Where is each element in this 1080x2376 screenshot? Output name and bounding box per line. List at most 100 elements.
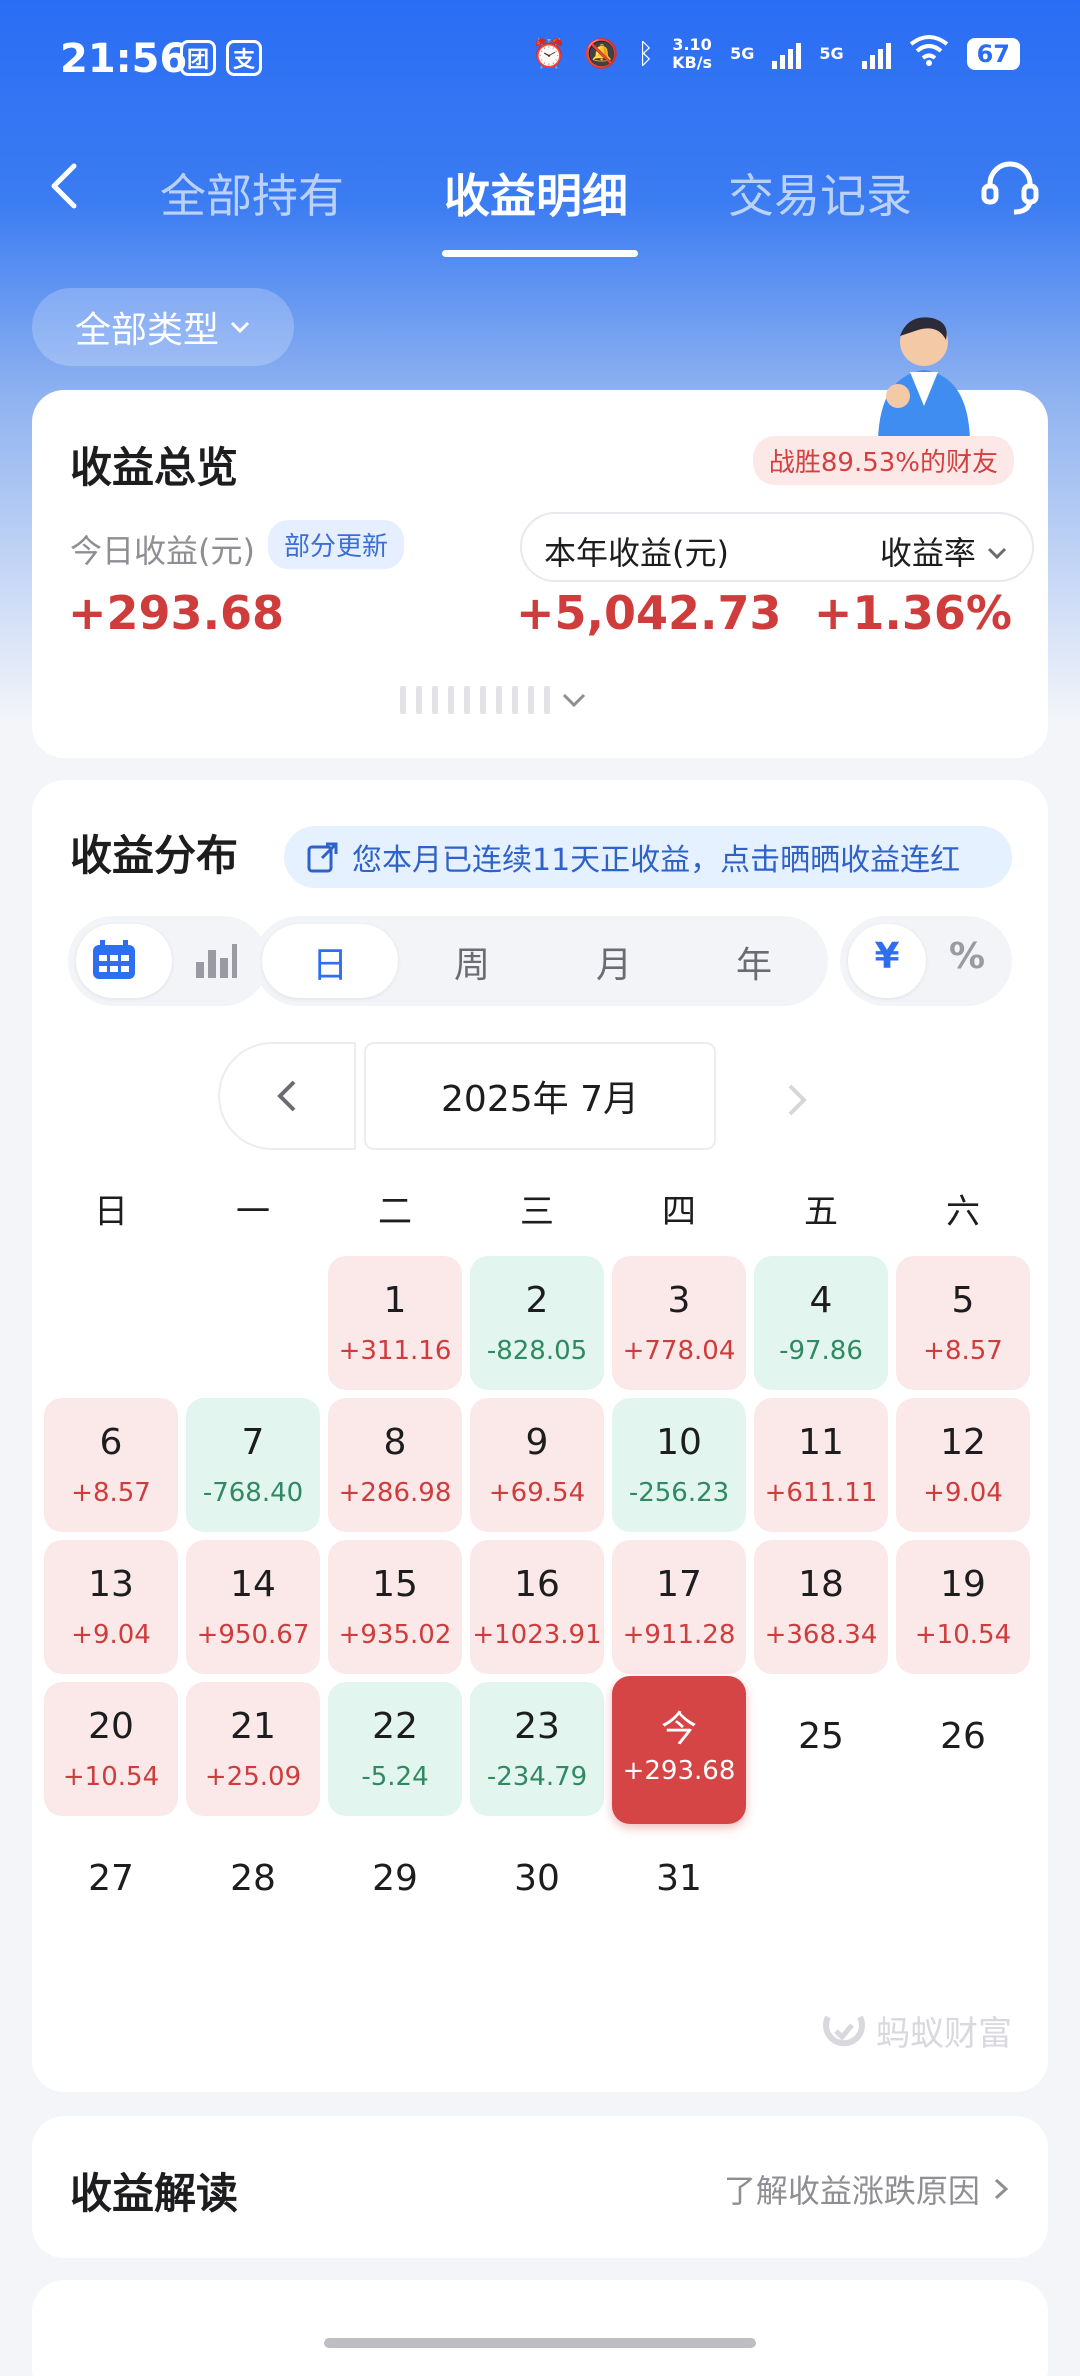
calendar-day[interactable]: 23 -234.79 xyxy=(470,1682,604,1816)
calendar-day-value: +9.04 xyxy=(923,1478,1003,1508)
calendar-day[interactable]: 31 xyxy=(612,1824,746,1958)
period-day[interactable]: 日 xyxy=(262,936,398,988)
chevron-down-icon xyxy=(562,693,586,708)
calendar-day-value: -5.24 xyxy=(361,1762,429,1792)
mute-icon: 🔕 xyxy=(584,37,620,70)
period-month[interactable]: 月 xyxy=(546,936,682,988)
chevron-left-icon xyxy=(51,163,77,209)
interpretation-link[interactable]: 了解收益涨跌原因 xyxy=(724,2166,1012,2212)
tab-income-details[interactable]: 收益明细 xyxy=(444,160,628,226)
calendar-day-number: 6 xyxy=(99,1422,123,1463)
headset-icon xyxy=(981,161,1039,215)
calendar-day[interactable]: 26 xyxy=(896,1682,1030,1816)
calendar-day-value: +1023.91 xyxy=(472,1620,602,1650)
distribution-title: 收益分布 xyxy=(70,831,239,880)
alarm-icon: ⏰ xyxy=(531,37,567,70)
calendar-day[interactable]: 16 +1023.91 xyxy=(470,1540,604,1674)
home-indicator[interactable] xyxy=(324,2338,756,2348)
calendar-day[interactable]: 27 xyxy=(44,1824,178,1958)
chevron-right-icon xyxy=(788,1084,807,1116)
calendar-day-number: 31 xyxy=(656,1858,702,1899)
calendar-day[interactable]: 1 +311.16 xyxy=(328,1256,462,1390)
calendar-day[interactable]: 19 +10.54 xyxy=(896,1540,1030,1674)
year-income-label: 本年收益(元) xyxy=(544,534,729,572)
streak-banner[interactable]: 您本月已连续11天正收益，点击晒晒收益连红 xyxy=(284,826,1012,888)
calendar-view-button[interactable] xyxy=(90,938,138,986)
calendar-day[interactable]: 20 +10.54 xyxy=(44,1682,178,1816)
calendar-day-number: 18 xyxy=(798,1564,844,1605)
calendar-day-value: -256.23 xyxy=(628,1478,730,1508)
next-month-button[interactable] xyxy=(776,1080,816,1120)
type-filter-dropdown[interactable]: 全部类型 xyxy=(32,288,294,366)
period-week[interactable]: 周 xyxy=(404,936,540,988)
calendar-day[interactable]: 12 +9.04 xyxy=(896,1398,1030,1532)
chevron-down-icon xyxy=(230,321,250,334)
calendar-day-number: 7 xyxy=(241,1422,265,1463)
calendar-day[interactable]: 14 +950.67 xyxy=(186,1540,320,1674)
weekday-tue: 二 xyxy=(378,1192,412,1232)
next-card-partial xyxy=(32,2280,1048,2376)
calendar-day[interactable]: 28 xyxy=(186,1824,320,1958)
chevron-left-icon xyxy=(277,1080,296,1112)
today-income-value: +293.68 xyxy=(68,586,285,640)
battery-indicator: 67 xyxy=(966,37,1020,70)
prev-month-button[interactable] xyxy=(218,1042,356,1150)
calendar-day[interactable]: 8 +286.98 xyxy=(328,1398,462,1532)
calendar-day-number: 11 xyxy=(798,1422,844,1463)
expand-toggle[interactable] xyxy=(400,686,588,714)
calendar-day-number: 1 xyxy=(383,1280,407,1321)
calendar-day[interactable]: 15 +935.02 xyxy=(328,1540,462,1674)
calendar-day-number: 25 xyxy=(798,1716,844,1757)
calendar-day-number: 22 xyxy=(372,1706,418,1747)
income-interpretation-card[interactable]: 收益解读 了解收益涨跌原因 xyxy=(32,2116,1048,2258)
calendar-day[interactable]: 2 -828.05 xyxy=(470,1256,604,1390)
tab-transactions[interactable]: 交易记录 xyxy=(728,160,912,226)
calendar-day[interactable]: 18 +368.34 xyxy=(754,1540,888,1674)
calendar-day[interactable]: 3 +778.04 xyxy=(612,1256,746,1390)
calendar-day[interactable]: 5 +8.57 xyxy=(896,1256,1030,1390)
calendar-day-today[interactable]: 今 +293.68 xyxy=(612,1676,746,1824)
back-button[interactable] xyxy=(36,156,96,216)
calendar-day[interactable]: 30 xyxy=(470,1824,604,1958)
calendar-day-number: 28 xyxy=(230,1858,276,1899)
status-bar: 21:56 团 支 ⏰ 🔕 ᛒ 3.10 KB/s 5G 5G 67 xyxy=(0,0,1080,120)
unit-percent[interactable]: % xyxy=(928,936,1006,977)
overview-title: 收益总览 xyxy=(70,443,239,492)
calendar-day[interactable]: 6 +8.57 xyxy=(44,1398,178,1532)
calendar-day[interactable]: 11 +611.11 xyxy=(754,1398,888,1532)
tab-all-holdings[interactable]: 全部持有 xyxy=(160,160,344,226)
calendar-day[interactable]: 10 -256.23 xyxy=(612,1398,746,1532)
calendar-day-number: 12 xyxy=(940,1422,986,1463)
calendar-day-number: 9 xyxy=(525,1422,549,1463)
calendar-day-number: 4 xyxy=(809,1280,833,1321)
calendar-day-number: 13 xyxy=(88,1564,134,1605)
calendar-day[interactable]: 22 -5.24 xyxy=(328,1682,462,1816)
calendar-day[interactable]: 9 +69.54 xyxy=(470,1398,604,1532)
partial-update-tag: 部分更新 xyxy=(268,520,405,569)
weekday-sun: 日 xyxy=(94,1192,128,1232)
net-speed-unit: KB/s xyxy=(672,52,713,72)
unit-currency[interactable]: ¥ xyxy=(848,936,926,977)
calendar-day[interactable]: 25 xyxy=(754,1682,888,1816)
app-badge-zhi: 支 xyxy=(226,40,262,76)
calendar-day-number: 17 xyxy=(656,1564,702,1605)
interpretation-link-text: 了解收益涨跌原因 xyxy=(723,2172,980,2210)
streak-text: 您本月已连续11天正收益，点击晒晒收益连红 xyxy=(352,843,961,878)
chart-view-button[interactable] xyxy=(194,940,238,984)
customer-service-button[interactable] xyxy=(978,154,1042,218)
period-year[interactable]: 年 xyxy=(686,936,822,988)
calendar-day[interactable]: 7 -768.40 xyxy=(186,1398,320,1532)
month-label[interactable]: 2025年 7月 xyxy=(364,1042,716,1150)
calendar-day-value: +10.54 xyxy=(62,1762,160,1792)
unit-toggle: ¥ % xyxy=(840,916,1012,1006)
calendar-day[interactable]: 13 +9.04 xyxy=(44,1540,178,1674)
rate-selector[interactable]: 收益率 xyxy=(880,528,1008,574)
calendar-day[interactable]: 17 +911.28 xyxy=(612,1540,746,1674)
chevron-right-icon xyxy=(994,2178,1009,2200)
calendar-day[interactable]: 29 xyxy=(328,1824,462,1958)
calendar-day[interactable]: 4 -97.86 xyxy=(754,1256,888,1390)
calendar-day[interactable]: 21 +25.09 xyxy=(186,1682,320,1816)
year-income-selector[interactable]: 本年收益(元) 收益率 xyxy=(520,512,1034,582)
bluetooth-icon: ᛒ xyxy=(637,37,655,70)
calendar-day-value: -768.40 xyxy=(202,1478,304,1508)
